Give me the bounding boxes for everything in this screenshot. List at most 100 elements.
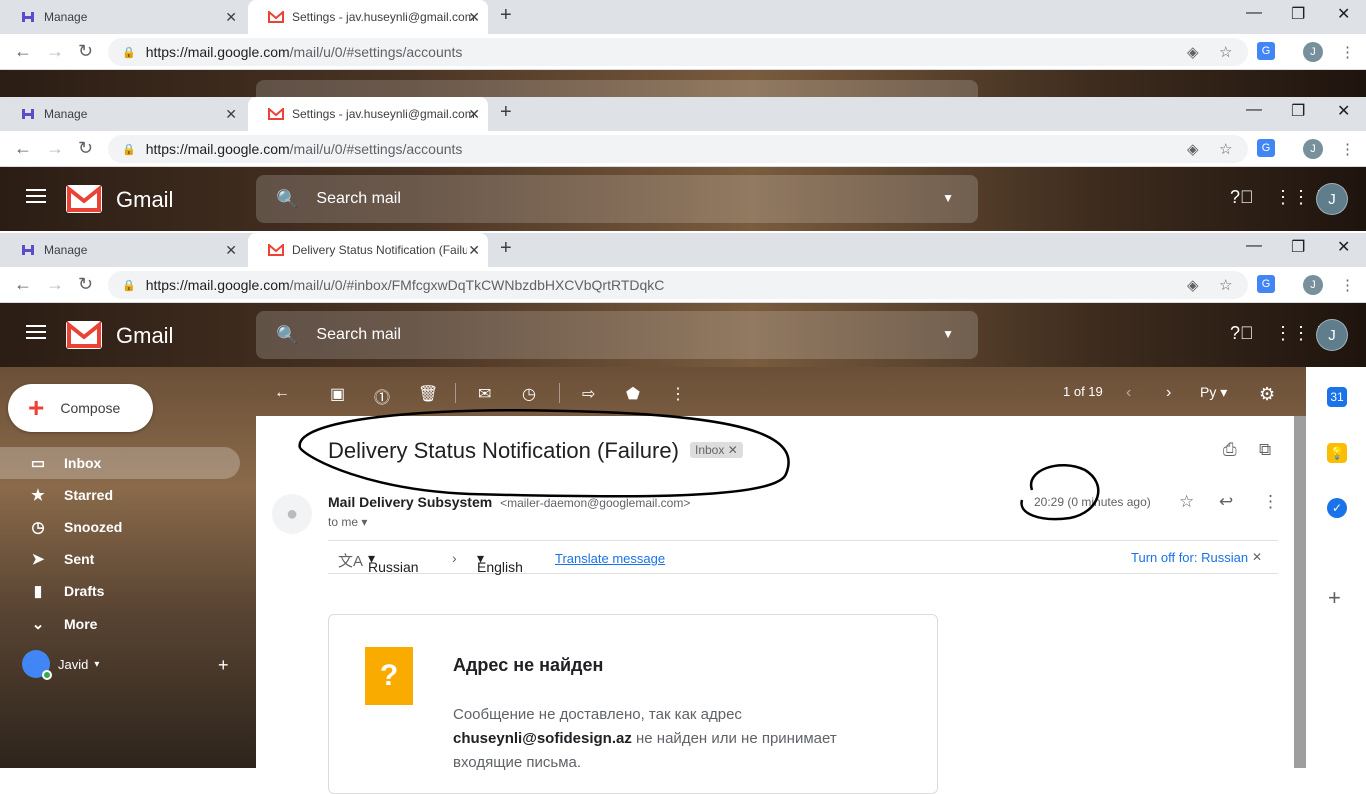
get-addons-icon[interactable]: + xyxy=(1328,585,1341,611)
sidebar-item-snoozed[interactable]: ◷ Snoozed xyxy=(0,511,240,543)
new-tab-icon[interactable]: + xyxy=(500,101,512,124)
source-language-select[interactable]: Russian ▾ xyxy=(368,550,419,575)
restore-icon[interactable]: ❐ xyxy=(1291,101,1305,121)
delete-icon[interactable]: 🗑 xyxy=(418,384,438,404)
menu-dots-icon[interactable]: ⋮ xyxy=(1340,276,1355,294)
tab-settings[interactable]: Settings - jav.huseynli@gmail.com ✕ xyxy=(248,97,488,131)
profile-avatar[interactable]: J xyxy=(1303,42,1323,62)
tab-close-icon[interactable]: ✕ xyxy=(225,106,237,123)
forward-icon[interactable]: → xyxy=(46,274,64,295)
bookmark-star-icon[interactable]: ☆ xyxy=(1219,276,1232,294)
search-icon[interactable]: 🔍 xyxy=(276,325,298,346)
reply-icon[interactable]: ↩ xyxy=(1219,492,1233,512)
snooze-icon[interactable]: ◷ xyxy=(522,384,536,404)
url-field[interactable]: 🔒 https://mail.google.com/mail/u/0/#sett… xyxy=(108,38,1248,66)
user-dropdown-icon[interactable]: ▾ xyxy=(94,659,99,670)
search-icon[interactable]: 🔍 xyxy=(276,189,298,210)
bookmark-star-icon[interactable]: ☆ xyxy=(1219,140,1232,158)
back-icon[interactable]: ← xyxy=(14,274,32,295)
sidebar-item-inbox[interactable]: ▭ Inbox xyxy=(0,447,240,479)
sidebar-item-drafts[interactable]: ▮ Drafts xyxy=(0,575,240,607)
back-icon[interactable]: ← xyxy=(14,41,32,62)
label-icon[interactable]: ⬟ xyxy=(626,384,640,404)
google-translate-icon[interactable]: G xyxy=(1257,275,1275,293)
add-hangout-icon[interactable]: + xyxy=(218,655,229,676)
eye-icon[interactable]: ◈ xyxy=(1187,43,1199,61)
recipients-toggle[interactable]: to me ▾ xyxy=(328,515,367,529)
tab-close-icon[interactable]: ✕ xyxy=(225,242,237,259)
google-translate-icon[interactable]: G xyxy=(1257,139,1275,157)
scrollbar[interactable] xyxy=(1294,416,1306,768)
account-avatar[interactable]: J xyxy=(1316,319,1348,351)
minimize-icon[interactable]: — xyxy=(1246,4,1262,22)
minimize-icon[interactable]: — xyxy=(1246,101,1262,119)
back-to-inbox-icon[interactable]: ← xyxy=(274,384,290,402)
sidebar-item-more[interactable]: ⌄ More xyxy=(0,608,240,640)
window-close-icon[interactable]: ✕ xyxy=(1337,237,1350,257)
report-spam-icon[interactable]: ⓵ xyxy=(374,384,390,408)
move-to-icon[interactable]: ⇨ xyxy=(582,384,595,404)
main-menu-icon[interactable] xyxy=(26,189,46,203)
help-icon[interactable]: ?⃝ xyxy=(1230,323,1254,344)
restore-icon[interactable]: ❐ xyxy=(1291,237,1305,257)
search-options-icon[interactable]: ▼ xyxy=(942,191,954,205)
print-icon[interactable]: ⎙ xyxy=(1223,440,1237,460)
restore-icon[interactable]: ❐ xyxy=(1291,4,1305,24)
tab-settings[interactable]: Settings - jav.huseynli@gmail.com ✕ xyxy=(248,0,488,34)
tab-close-icon[interactable]: ✕ xyxy=(468,242,480,259)
search-options-icon[interactable]: ▼ xyxy=(942,327,954,341)
open-new-window-icon[interactable]: ⧉ xyxy=(1259,440,1271,460)
reload-icon[interactable]: ↻ xyxy=(78,138,93,159)
inbox-label-chip[interactable]: Inbox ✕ xyxy=(690,442,743,458)
eye-icon[interactable]: ◈ xyxy=(1187,276,1199,294)
help-icon[interactable]: ?⃝ xyxy=(1230,187,1254,208)
compose-button[interactable]: + Compose xyxy=(8,384,153,432)
tab-close-icon[interactable]: ✕ xyxy=(468,106,480,123)
tab-delivery-status[interactable]: Delivery Status Notification (Failure) ✕ xyxy=(248,233,488,267)
tasks-icon[interactable]: ✓ xyxy=(1327,498,1347,518)
keep-icon[interactable]: 💡 xyxy=(1327,443,1347,463)
profile-avatar[interactable]: J xyxy=(1303,275,1323,295)
reload-icon[interactable]: ↻ xyxy=(78,41,93,62)
remove-label-icon[interactable]: ✕ xyxy=(728,443,738,457)
search-input[interactable]: 🔍 Search mail ▼ xyxy=(256,175,978,223)
forward-icon[interactable]: → xyxy=(46,138,64,159)
target-language-select[interactable]: English ▾ xyxy=(477,550,523,575)
profile-avatar[interactable]: J xyxy=(1303,139,1323,159)
window-close-icon[interactable]: ✕ xyxy=(1337,4,1350,24)
older-icon[interactable]: › xyxy=(1166,384,1171,402)
star-message-icon[interactable]: ☆ xyxy=(1179,492,1194,512)
google-translate-icon[interactable]: G xyxy=(1257,42,1275,60)
translate-message-link[interactable]: Translate message xyxy=(555,551,665,566)
more-options-icon[interactable]: ⋮ xyxy=(670,384,686,404)
reload-icon[interactable]: ↻ xyxy=(78,274,93,295)
settings-gear-icon[interactable]: ⚙ xyxy=(1259,384,1275,405)
menu-dots-icon[interactable]: ⋮ xyxy=(1340,43,1355,61)
calendar-icon[interactable]: 31 xyxy=(1327,387,1347,407)
message-more-icon[interactable]: ⋮ xyxy=(1262,492,1279,512)
archive-icon[interactable]: ▣ xyxy=(330,384,345,404)
sender-name[interactable]: Mail Delivery Subsystem xyxy=(328,494,492,510)
close-translate-icon[interactable]: ✕ xyxy=(1252,550,1262,564)
newer-icon[interactable]: ‹ xyxy=(1126,384,1131,402)
account-avatar[interactable]: J xyxy=(1316,183,1348,215)
tab-manage[interactable]: Manage ✕ xyxy=(0,233,245,267)
url-field[interactable]: 🔒 https://mail.google.com/mail/u/0/#sett… xyxy=(108,135,1248,163)
forward-icon[interactable]: → xyxy=(46,41,64,62)
menu-dots-icon[interactable]: ⋮ xyxy=(1340,140,1355,158)
tab-close-icon[interactable]: ✕ xyxy=(468,9,480,26)
mark-unread-icon[interactable]: ✉ xyxy=(478,384,491,404)
back-icon[interactable]: ← xyxy=(14,138,32,159)
sidebar-item-sent[interactable]: ➤ Sent xyxy=(0,543,240,575)
url-field[interactable]: 🔒 https://mail.google.com/mail/u/0/#inbo… xyxy=(108,271,1248,299)
minimize-icon[interactable]: — xyxy=(1246,237,1262,255)
turn-off-translate-link[interactable]: Turn off for: Russian xyxy=(1131,550,1248,565)
new-tab-icon[interactable]: + xyxy=(500,237,512,260)
new-tab-icon[interactable]: + xyxy=(500,4,512,27)
window-close-icon[interactable]: ✕ xyxy=(1337,101,1350,121)
search-input[interactable]: 🔍 Search mail ▼ xyxy=(256,311,978,359)
tab-manage[interactable]: Manage ✕ xyxy=(0,97,245,131)
eye-icon[interactable]: ◈ xyxy=(1187,140,1199,158)
main-menu-icon[interactable] xyxy=(26,325,46,339)
bookmark-star-icon[interactable]: ☆ xyxy=(1219,43,1232,61)
